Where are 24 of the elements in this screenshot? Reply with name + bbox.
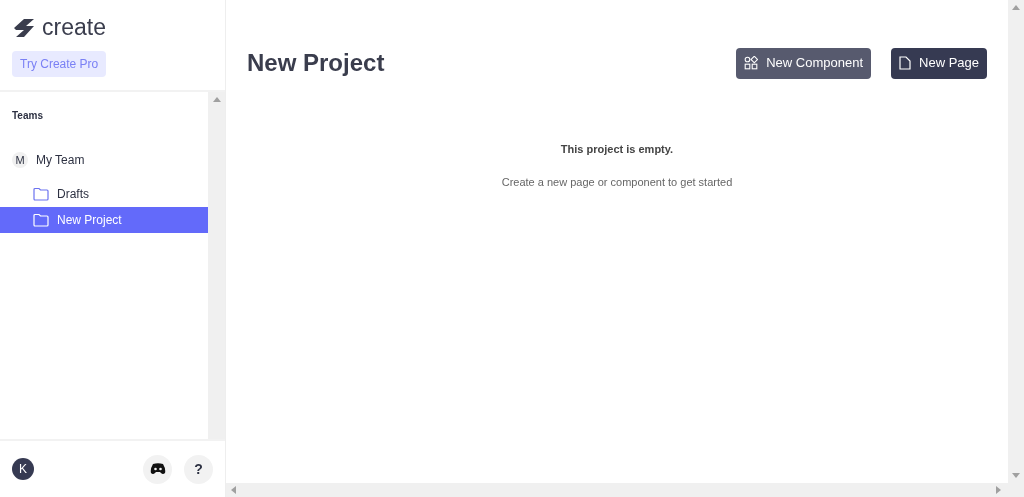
folder-icon bbox=[33, 187, 49, 201]
section-title: Teams bbox=[11, 109, 44, 123]
help-button[interactable]: ? bbox=[184, 454, 213, 484]
new-page-button[interactable]: New Page bbox=[891, 47, 987, 79]
folder-icon bbox=[33, 213, 49, 227]
team-name[interactable]: My Team bbox=[36, 151, 85, 169]
logo-text: create bbox=[42, 16, 106, 39]
user-avatar[interactable]: K bbox=[12, 458, 34, 480]
page-icon bbox=[899, 56, 911, 70]
empty-subtitle: Create a new page or component to get started bbox=[501, 174, 733, 190]
project-item[interactable]: Drafts bbox=[0, 181, 208, 207]
scroll-up-icon[interactable] bbox=[212, 96, 221, 102]
game-controller-icon bbox=[149, 463, 166, 475]
scroll-right-icon[interactable] bbox=[996, 486, 1002, 494]
scroll-left-icon[interactable] bbox=[230, 486, 236, 494]
grid-icon bbox=[744, 56, 759, 70]
scroll-down-icon[interactable] bbox=[1012, 473, 1020, 479]
project-item[interactable]: New Project bbox=[0, 207, 208, 233]
page-title: New Project bbox=[247, 48, 385, 78]
team-avatar: M bbox=[12, 152, 28, 168]
chat-button[interactable] bbox=[143, 454, 172, 484]
empty-title: This project is empty. bbox=[560, 142, 674, 157]
new-component-button[interactable]: New Component bbox=[736, 47, 871, 79]
scroll-up-icon[interactable] bbox=[1012, 4, 1020, 10]
